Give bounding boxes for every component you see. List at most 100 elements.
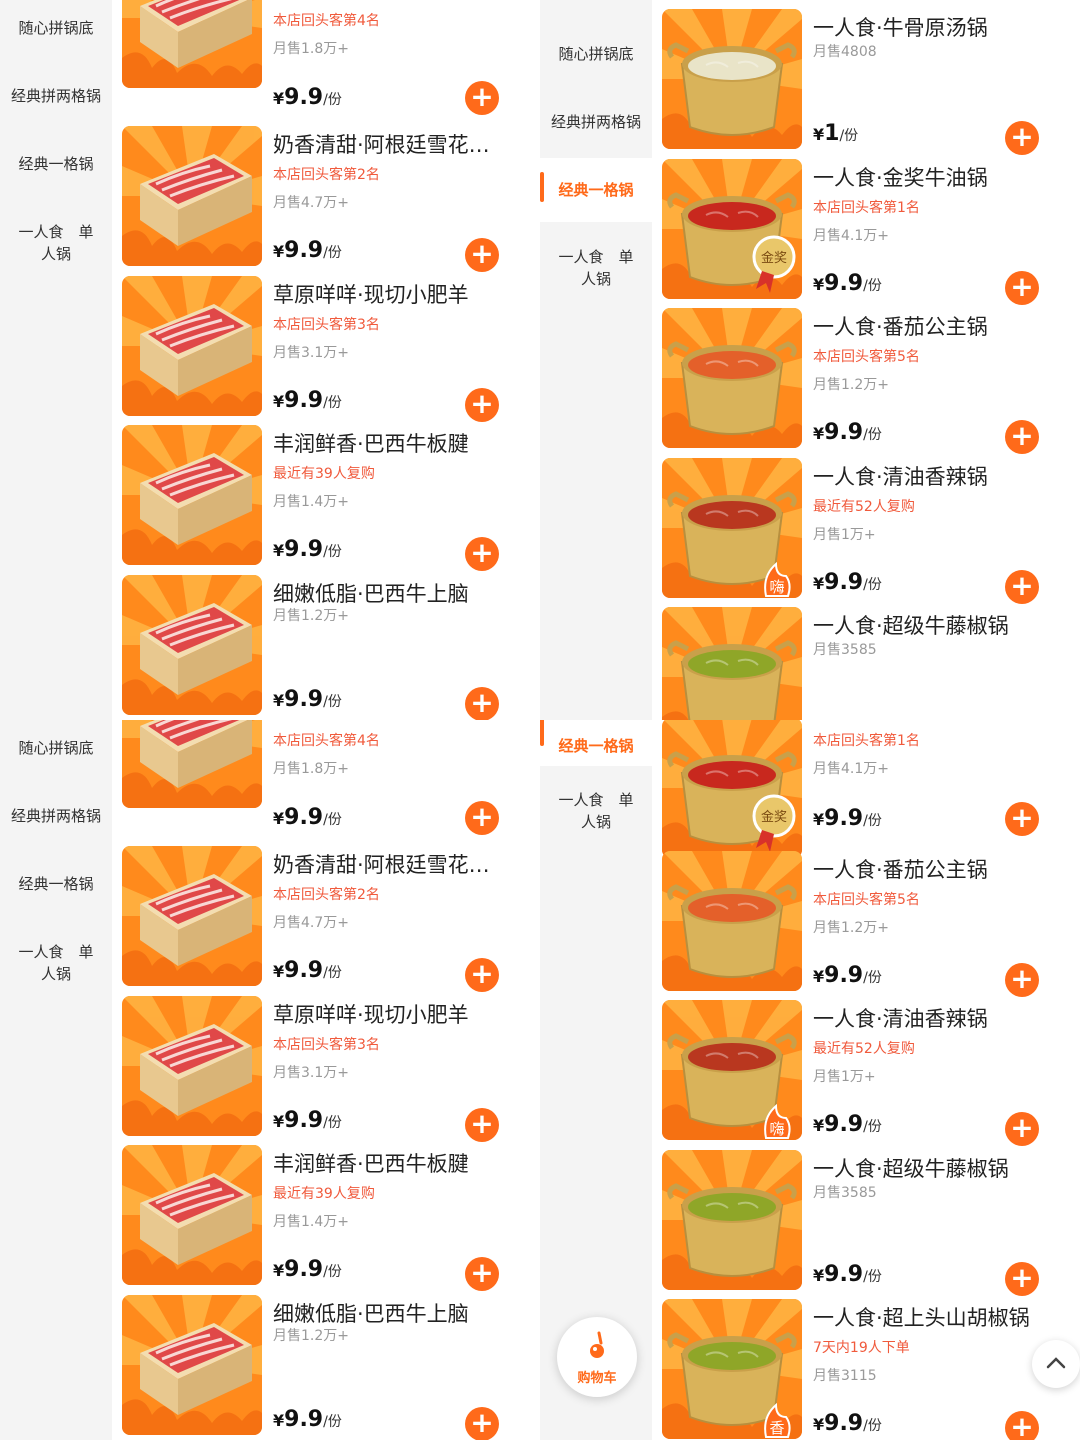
sidebar-item-solo-line2: 人锅 xyxy=(40,245,71,263)
sidebar-item-solo-pot[interactable]: 一人食 单 人锅 xyxy=(0,941,112,985)
sidebar-item-solo-line2: 人锅 xyxy=(580,813,611,831)
chevron-up-icon xyxy=(1046,1357,1066,1369)
meat-box-image xyxy=(122,425,262,565)
add-to-cart-button[interactable]: + xyxy=(1005,963,1039,997)
add-to-cart-button[interactable]: + xyxy=(465,537,499,571)
add-to-cart-button[interactable]: + xyxy=(465,801,499,835)
product-card[interactable]: 丰润鲜香·巴西牛板腱 最近有39人复购 月售1.4万+ ¥9.9/份 + xyxy=(112,1145,540,1295)
pot-image: 金奖 xyxy=(662,720,802,858)
sidebar-item-single-pot[interactable]: 经典一格锅 xyxy=(540,158,652,222)
meat-box-image xyxy=(122,126,262,266)
product-sales: 月售1万+ xyxy=(813,1069,876,1085)
product-tag: 本店回头客第2名 xyxy=(273,887,380,903)
sidebar-item-mix-pot[interactable]: 随心拼锅底 xyxy=(0,737,112,759)
sidebar-item-solo-pot[interactable]: 一人食 单 人锅 xyxy=(540,789,652,833)
add-to-cart-button[interactable]: + xyxy=(1005,1112,1039,1146)
menu-panel-bottom-left: 随心拼锅底 经典拼两格锅 经典一格锅 一人食 单 人锅 本店回头客第4名 月售1… xyxy=(0,720,540,1440)
category-sidebar: 随心拼锅底 经典拼两格锅 经典一格锅 一人食 单 人锅 xyxy=(540,0,652,720)
add-to-cart-button[interactable]: + xyxy=(465,1407,499,1440)
product-tag: 本店回头客第1名 xyxy=(813,200,920,216)
product-sales: 月售1.4万+ xyxy=(273,494,349,510)
product-card[interactable]: 金奖 本店回头客第1名 月售4.1万+ ¥9.9/份 + xyxy=(652,720,1080,868)
product-name: 草原咩咩·现切小肥羊 xyxy=(273,283,469,307)
product-card[interactable]: 一人食·番茄公主锅 本店回头客第5名 月售1.2万+ ¥9.9/份 + xyxy=(652,851,1080,1001)
product-price: ¥9.9/份 xyxy=(273,1407,342,1432)
product-card[interactable]: 丰润鲜香·巴西牛板腱 最近有39人复购 月售1.4万+ ¥9.9/份 + xyxy=(112,425,540,575)
product-list: 本店回头客第4名 月售1.8万+ ¥9.9/份 + 奶香清甜·阿根廷雪花… 本店… xyxy=(112,0,540,720)
product-card[interactable]: 嗨 一人食·清油香辣锅 最近有52人复购 月售1万+ ¥9.9/份 + xyxy=(652,458,1080,608)
add-to-cart-button[interactable]: + xyxy=(1005,802,1039,836)
shopping-cart-button[interactable]: 购物车 xyxy=(557,1317,637,1397)
add-to-cart-button[interactable]: + xyxy=(465,1108,499,1142)
product-card[interactable]: 一人食·番茄公主锅 本店回头客第5名 月售1.2万+ ¥9.9/份 + xyxy=(652,308,1080,458)
add-to-cart-button[interactable]: + xyxy=(1005,271,1039,305)
product-price: ¥9.9/份 xyxy=(273,537,342,562)
sidebar-item-double-pot[interactable]: 经典拼两格锅 xyxy=(0,805,112,827)
product-price: ¥9.9/份 xyxy=(813,1112,882,1137)
product-card[interactable]: 草原咩咩·现切小肥羊 本店回头客第3名 月售3.1万+ ¥9.9/份 + xyxy=(112,996,540,1146)
sidebar-item-solo-pot[interactable]: 一人食 单 人锅 xyxy=(540,246,652,290)
product-card[interactable]: 奶香清甜·阿根廷雪花… 本店回头客第2名 月售4.7万+ ¥9.9/份 + xyxy=(112,126,540,276)
product-price: ¥9.9/份 xyxy=(273,85,342,110)
product-name: 丰润鲜香·巴西牛板腱 xyxy=(273,1152,469,1176)
product-card[interactable]: 金奖 一人食·金奖牛油锅 本店回头客第1名 月售4.1万+ ¥9.9/份 + xyxy=(652,159,1080,309)
pot-image: 金奖 xyxy=(662,159,802,299)
product-card[interactable]: 一人食·超级牛藤椒锅 月售3585 ¥9.9/份 + xyxy=(652,1150,1080,1300)
sidebar-item-single-pot[interactable]: 经典一格锅 xyxy=(540,720,652,766)
sidebar-item-solo-line1: 一人食 单 xyxy=(18,223,94,241)
sidebar-item-single-pot[interactable]: 经典一格锅 xyxy=(0,153,112,175)
product-name: 奶香清甜·阿根廷雪花… xyxy=(273,853,490,877)
product-list: 金奖 本店回头客第1名 月售4.1万+ ¥9.9/份 + 一人食·番茄公主锅 本… xyxy=(652,720,1080,1440)
product-card[interactable]: 一人食·牛骨原汤锅 月售4808 ¥1/份 + xyxy=(652,9,1080,159)
sidebar-item-mix-pot[interactable]: 随心拼锅底 xyxy=(540,43,652,65)
product-card[interactable]: 嗨 一人食·清油香辣锅 最近有52人复购 月售1万+ ¥9.9/份 + xyxy=(652,1000,1080,1150)
product-card[interactable]: 细嫩低脂·巴西牛上脑 月售1.2万+ ¥9.9/份 + xyxy=(112,575,540,720)
meat-box-image xyxy=(122,846,262,986)
product-sales: 月售3115 xyxy=(813,1368,877,1384)
product-sales: 月售3585 xyxy=(813,642,877,658)
back-to-top-button[interactable] xyxy=(1032,1340,1080,1388)
meat-box-image xyxy=(122,720,262,808)
sidebar-item-double-pot[interactable]: 经典拼两格锅 xyxy=(0,85,112,107)
add-to-cart-button[interactable]: + xyxy=(1005,570,1039,604)
product-tag: 最近有52人复购 xyxy=(813,1041,915,1057)
sidebar-item-solo-pot[interactable]: 一人食 单 人锅 xyxy=(0,221,112,265)
product-name: 一人食·金奖牛油锅 xyxy=(813,166,988,190)
add-to-cart-button[interactable]: + xyxy=(465,388,499,422)
add-to-cart-button[interactable]: + xyxy=(465,1257,499,1291)
product-price: ¥9.9/份 xyxy=(273,1257,342,1282)
sidebar-item-single-pot[interactable]: 经典一格锅 xyxy=(0,873,112,895)
sidebar-item-mix-pot[interactable]: 随心拼锅底 xyxy=(0,17,112,39)
add-to-cart-button[interactable]: + xyxy=(1005,1411,1039,1440)
add-to-cart-button[interactable]: + xyxy=(465,958,499,992)
meat-box-image xyxy=(122,996,262,1136)
product-tag: 本店回头客第1名 xyxy=(813,733,920,749)
product-sales: 月售4.1万+ xyxy=(813,761,889,777)
product-tag: 本店回头客第3名 xyxy=(273,317,380,333)
product-name: 奶香清甜·阿根廷雪花… xyxy=(273,133,490,157)
product-list: 一人食·牛骨原汤锅 月售4808 ¥1/份 + 金奖 一人食·金奖牛油锅 本店回… xyxy=(652,0,1080,720)
product-name: 一人食·清油香辣锅 xyxy=(813,1007,988,1031)
product-card[interactable]: 奶香清甜·阿根廷雪花… 本店回头客第2名 月售4.7万+ ¥9.9/份 + xyxy=(112,846,540,996)
add-to-cart-button[interactable]: + xyxy=(465,687,499,720)
add-to-cart-button[interactable]: + xyxy=(465,81,499,115)
product-card[interactable]: 细嫩低脂·巴西牛上脑 月售1.2万+ ¥9.9/份 + xyxy=(112,1295,540,1440)
product-sales: 月售1.4万+ xyxy=(273,1214,349,1230)
product-name: 细嫩低脂·巴西牛上脑 xyxy=(273,582,469,606)
product-card[interactable]: 本店回头客第4名 月售1.8万+ ¥9.9/份 + xyxy=(112,0,540,115)
add-to-cart-button[interactable]: + xyxy=(1005,420,1039,454)
add-to-cart-button[interactable]: + xyxy=(1005,1262,1039,1296)
product-card[interactable]: 草原咩咩·现切小肥羊 本店回头客第3名 月售3.1万+ ¥9.9/份 + xyxy=(112,276,540,426)
add-to-cart-button[interactable]: + xyxy=(465,238,499,272)
product-card[interactable]: 一人食·超级牛藤椒锅 月售3585 xyxy=(652,607,1080,720)
add-to-cart-button[interactable]: + xyxy=(1005,121,1039,155)
product-price: ¥9.9/份 xyxy=(273,805,342,830)
product-card[interactable]: 本店回头客第4名 月售1.8万+ ¥9.9/份 + xyxy=(112,720,540,835)
product-name: 一人食·超级牛藤椒锅 xyxy=(813,1157,1009,1181)
menu-panel-bottom-right: 经典一格锅 一人食 单 人锅 购物车 金奖 本店回头客第1名 月售4.1万+ ¥… xyxy=(540,720,1080,1440)
product-card[interactable]: 香 一人食·超上头山胡椒锅 7天内19人下单 月售3115 ¥9.9/份 + xyxy=(652,1299,1080,1440)
pot-image xyxy=(662,9,802,149)
sidebar-item-double-pot[interactable]: 经典拼两格锅 xyxy=(540,111,652,133)
svg-text:金奖: 金奖 xyxy=(761,250,787,266)
svg-text:嗨: 嗨 xyxy=(769,1120,784,1138)
